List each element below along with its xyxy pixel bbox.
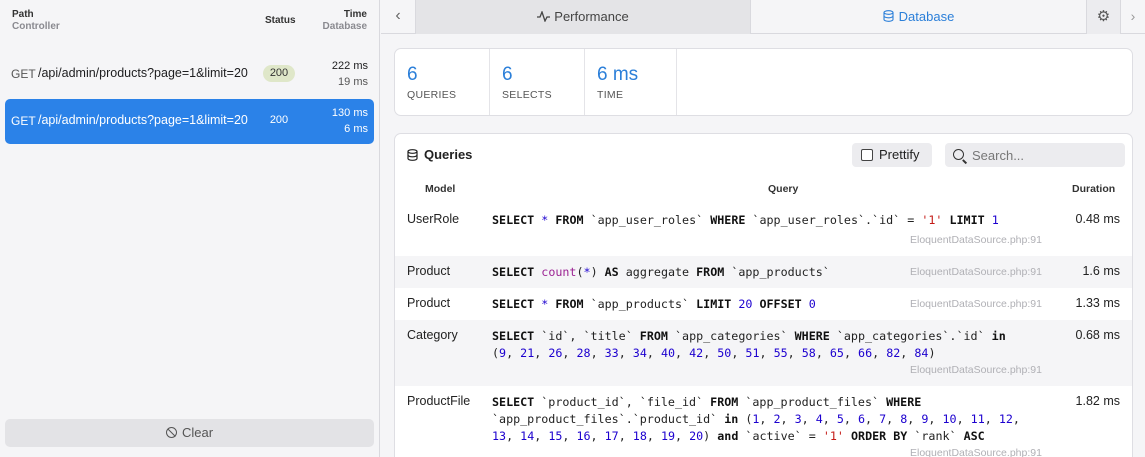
time-header-label: Time (343, 9, 367, 20)
stats-card: 6 QUERIES 6 SELECTS 6 ms TIME (394, 48, 1133, 116)
query-sql[interactable]: SELECT * FROM `app_user_roles` WHERE `ap… (492, 212, 1072, 229)
request-db-time: 19 ms (338, 76, 368, 88)
settings-button[interactable]: ⚙ (1086, 0, 1121, 34)
stat-label: TIME (597, 89, 624, 101)
status-badge: 200 (263, 65, 295, 82)
request-url: /api/admin/products?page=1&limit=20 (38, 113, 248, 127)
back-button[interactable]: ‹ (381, 0, 416, 34)
stat-time: 6 ms TIME (585, 49, 677, 115)
stat-label: QUERIES (407, 89, 457, 101)
query-row: ProductFile SELECT `product_id`, `file_i… (395, 386, 1132, 457)
column-header-query: Query (768, 183, 799, 195)
gear-icon: ⚙ (1096, 8, 1111, 25)
request-time: 130 ms (331, 107, 368, 119)
tab-database[interactable]: Database (751, 0, 1086, 34)
prettify-toggle[interactable]: Prettify (852, 143, 932, 167)
query-model: Product (407, 296, 451, 310)
column-header-model: Model (425, 183, 456, 195)
queries-card: Queries Prettify Model Query Duration Us… (394, 133, 1133, 457)
query-source[interactable]: EloquentDataSource.php:91 (910, 447, 1042, 457)
stat-value: 6 (502, 64, 513, 85)
request-row[interactable]: GET /api/admin/products?page=1&limit=20 … (5, 52, 374, 97)
status-header-label: Status (265, 15, 296, 26)
details-panel: ‹ Performance Database ⚙ › 6 QUERIES 6 S… (381, 0, 1145, 457)
request-method: GET (11, 67, 36, 81)
requests-panel: Path Controller Status Time Database GET… (0, 0, 380, 457)
requests-header: Path Controller Status Time Database (12, 9, 367, 35)
query-duration: 1.6 ms (1082, 264, 1120, 278)
search-box[interactable] (945, 143, 1125, 167)
time-column-header: Time Database (323, 9, 367, 33)
database-icon (407, 149, 418, 161)
query-source[interactable]: EloquentDataSource.php:91 (910, 364, 1042, 376)
chevron-left-icon: ‹ (395, 7, 401, 24)
clear-button-label: Clear (181, 425, 214, 440)
search-icon (953, 149, 964, 160)
request-row-selected[interactable]: GET /api/admin/products?page=1&limit=20 … (5, 99, 374, 144)
query-row: Product SELECT * FROM `app_products` LIM… (395, 288, 1132, 320)
column-header-duration: Duration (1072, 183, 1116, 195)
query-row: UserRole SELECT * FROM `app_user_roles` … (395, 204, 1132, 256)
tab-database-label: Database (898, 9, 955, 24)
query-model: UserRole (407, 212, 460, 226)
status-badge: 200 (269, 114, 289, 126)
prohibit-icon (165, 427, 177, 438)
query-duration: 1.33 ms (1075, 296, 1120, 310)
pulse-icon (537, 10, 551, 23)
stat-value: 6 (407, 64, 418, 85)
stat-value: 6 ms (597, 64, 639, 85)
query-source[interactable]: EloquentDataSource.php:91 (910, 298, 1042, 310)
query-duration: 1.82 ms (1075, 394, 1120, 408)
query-model: Product (407, 264, 451, 278)
query-source[interactable]: EloquentDataSource.php:91 (910, 266, 1042, 278)
tab-performance[interactable]: Performance (416, 0, 751, 34)
stat-queries: 6 QUERIES (395, 49, 490, 115)
path-column-header: Path Controller (12, 9, 60, 33)
queries-title: Queries (407, 147, 472, 162)
database-icon (883, 10, 894, 22)
path-header-label: Path (12, 9, 34, 20)
prettify-checkbox[interactable] (861, 149, 873, 161)
chevron-right-icon: › (1130, 8, 1136, 24)
query-model: Category (407, 328, 458, 342)
controller-header-label: Controller (12, 21, 60, 32)
request-db-time: 6 ms (344, 123, 368, 135)
query-row: Category SELECT `id`, `title` FROM `app_… (395, 320, 1132, 386)
query-duration: 0.68 ms (1075, 328, 1120, 342)
database-header-label: Database (322, 21, 367, 32)
search-input[interactable] (972, 146, 1117, 164)
clear-button[interactable]: Clear (5, 419, 374, 447)
query-row: Product SELECT count(*) AS aggregate FRO… (395, 256, 1132, 288)
query-duration: 0.48 ms (1075, 212, 1120, 226)
query-source[interactable]: EloquentDataSource.php:91 (910, 234, 1042, 246)
query-sql[interactable]: SELECT `product_id`, `file_id` FROM `app… (492, 394, 1072, 445)
queries-title-label: Queries (424, 147, 473, 162)
prettify-label: Prettify (879, 147, 920, 162)
more-button[interactable]: › (1121, 0, 1145, 34)
query-model: ProductFile (407, 394, 471, 408)
request-url: /api/admin/products?page=1&limit=20 (38, 66, 248, 80)
stat-selects: 6 SELECTS (490, 49, 585, 115)
request-method: GET (11, 114, 36, 128)
tab-performance-label: Performance (554, 9, 629, 24)
query-sql[interactable]: SELECT `id`, `title` FROM `app_categorie… (492, 328, 1072, 362)
tab-bar: ‹ Performance Database ⚙ › (381, 0, 1145, 34)
stat-label: SELECTS (502, 89, 552, 101)
request-time: 222 ms (331, 60, 368, 72)
